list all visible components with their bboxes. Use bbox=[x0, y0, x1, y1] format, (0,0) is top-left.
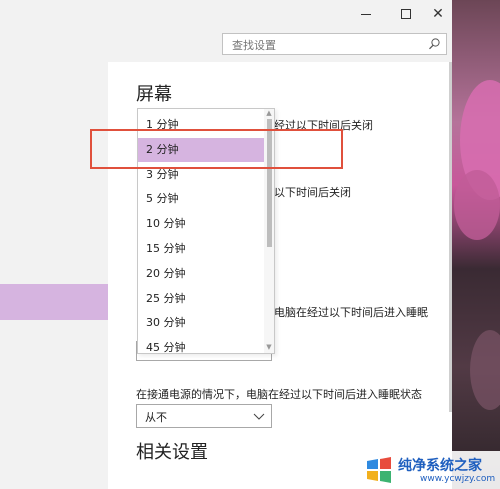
plugged-sleep-label: 在接通电源的情况下，电脑在经过以下时间后进入睡眠状态 bbox=[136, 388, 422, 401]
maximize-icon bbox=[401, 9, 411, 19]
watermark-url: www.ycwjzy.com bbox=[420, 474, 496, 484]
dropdown-option[interactable]: 30 分钟 bbox=[138, 311, 264, 335]
page-scrollbar[interactable] bbox=[449, 62, 452, 412]
minimize-icon bbox=[361, 13, 371, 15]
logo-icon bbox=[367, 457, 391, 483]
scroll-up-icon[interactable]: ▲ bbox=[265, 109, 273, 117]
sidebar-item-selected[interactable] bbox=[0, 284, 108, 320]
minimize-button[interactable] bbox=[350, 0, 382, 28]
search-box[interactable] bbox=[222, 33, 447, 55]
plugged-screen-off-label: 以下时间后关闭 bbox=[274, 186, 351, 199]
search-input[interactable] bbox=[230, 36, 424, 54]
dropdown-option[interactable]: 25 分钟 bbox=[138, 287, 264, 311]
settings-window: ✕ 屏幕 经过以下时间后关闭 以下时间后关闭 电脑在经过以下时间后进入睡眠 在接… bbox=[0, 0, 452, 489]
close-icon: ✕ bbox=[432, 6, 444, 22]
screenshot-root: ✕ 屏幕 经过以下时间后关闭 以下时间后关闭 电脑在经过以下时间后进入睡眠 在接… bbox=[0, 0, 500, 489]
screen-section-title: 屏幕 bbox=[136, 84, 172, 105]
dropdown-option[interactable]: 10 分钟 bbox=[138, 212, 264, 236]
battery-sleep-label: 电脑在经过以下时间后进入睡眠 bbox=[274, 306, 428, 319]
dropdown-option[interactable]: 15 分钟 bbox=[138, 237, 264, 261]
site-watermark: 纯净系统之家 www.ycwjzy.com bbox=[358, 451, 500, 489]
dropdown-option[interactable]: 20 分钟 bbox=[138, 262, 264, 286]
watermark-title: 纯净系统之家 bbox=[398, 458, 482, 474]
title-bar: ✕ bbox=[0, 0, 452, 28]
annotation-highlight-box bbox=[90, 129, 343, 169]
chevron-down-icon bbox=[253, 413, 265, 420]
maximize-button[interactable] bbox=[390, 0, 422, 28]
dropdown-option[interactable]: 5 分钟 bbox=[138, 187, 264, 211]
search-icon[interactable] bbox=[428, 37, 441, 50]
dropdown-option[interactable]: 45 分钟 bbox=[138, 336, 264, 353]
related-settings-title: 相关设置 bbox=[136, 442, 208, 463]
sidebar bbox=[0, 62, 108, 489]
plugged-sleep-value: 从不 bbox=[145, 411, 167, 424]
close-button[interactable]: ✕ bbox=[422, 0, 452, 28]
scroll-down-icon[interactable]: ▼ bbox=[265, 343, 273, 351]
plugged-sleep-select[interactable]: 从不 bbox=[136, 404, 272, 428]
desktop-wallpaper bbox=[452, 0, 500, 489]
